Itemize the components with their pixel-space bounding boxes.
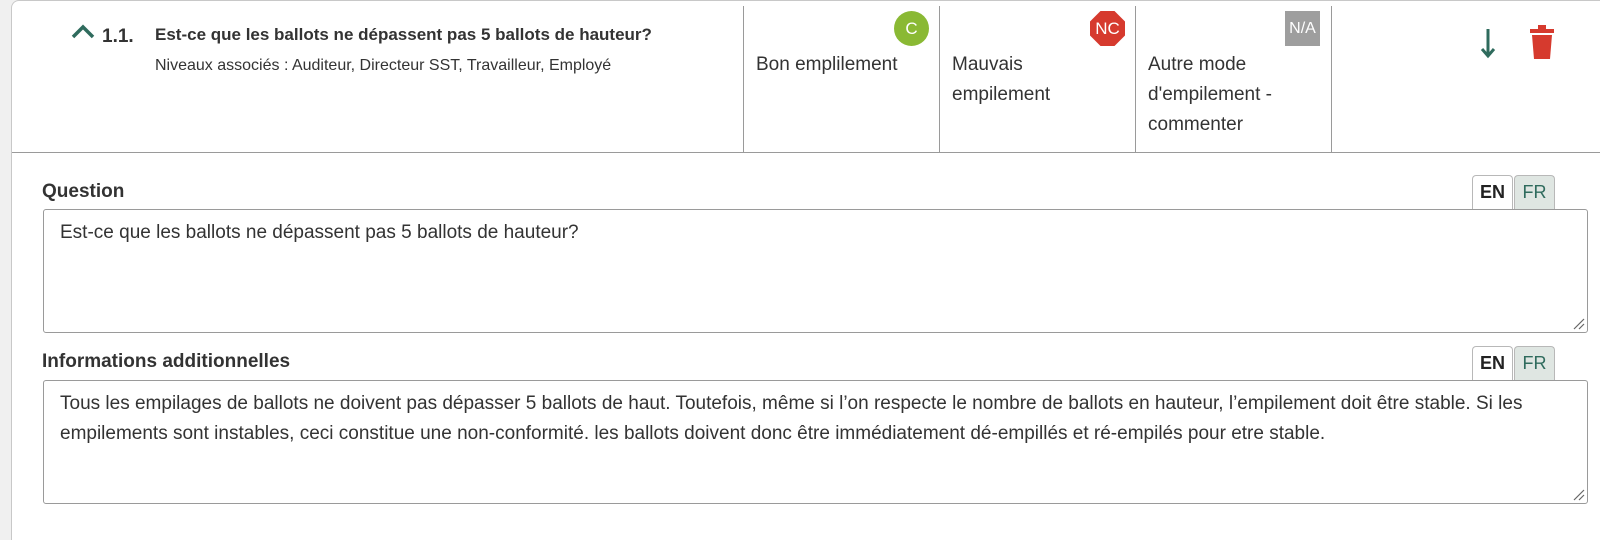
resize-handle-icon[interactable] [1573,489,1585,501]
question-card: 1.1. Est-ce que les ballots ne dépassent… [11,0,1600,540]
additional-info-label: Informations additionnelles [42,351,291,372]
associated-levels: Niveaux associés : Auditeur, Directeur S… [155,57,611,75]
chevron-up-icon[interactable] [70,23,96,39]
question-language-tabs: EN FR [1472,175,1555,209]
tab-fr[interactable]: FR [1514,346,1555,380]
answer-option-label: Autre mode d'empilement - commenter [1148,54,1273,135]
tab-fr[interactable]: FR [1514,175,1555,209]
answer-option-label: Mauvais empilement [952,54,1051,105]
question-label: Question [42,181,125,202]
question-row: 1.1. Est-ce que les ballots ne dépassent… [12,1,1600,153]
info-language-tabs: EN FR [1472,346,1555,380]
compliant-badge: C [894,11,929,46]
question-textarea[interactable]: Est-ce que les ballots ne dépassent pas … [43,209,1588,333]
question-number: 1.1. [102,26,134,47]
tab-en[interactable]: EN [1472,175,1513,209]
answer-option-nc[interactable]: NC Mauvais empilement [939,6,1136,153]
noncompliant-badge: NC [1090,11,1125,46]
additional-info-text: Tous les empilages de ballots ne doivent… [60,393,1523,444]
resize-handle-icon[interactable] [1573,318,1585,330]
question-text: Est-ce que les ballots ne dépassent pas … [60,222,579,243]
tab-en[interactable]: EN [1472,346,1513,380]
answer-option-label: Bon emplilement [756,54,898,75]
levels-label: Niveaux associés : [155,57,289,74]
levels-value: Auditeur, Directeur SST, Travailleur, Em… [291,57,612,74]
question-title: Est-ce que les ballots ne dépassent pas … [155,25,652,44]
answer-option-na[interactable]: N/A Autre mode d'empilement - commenter [1135,6,1332,153]
arrow-down-icon[interactable] [1479,27,1497,59]
answer-option-c[interactable]: C Bon emplilement [743,6,940,153]
not-applicable-badge: N/A [1285,11,1320,46]
additional-info-textarea[interactable]: Tous les empilages de ballots ne doivent… [43,380,1588,504]
trash-icon[interactable] [1530,25,1554,59]
